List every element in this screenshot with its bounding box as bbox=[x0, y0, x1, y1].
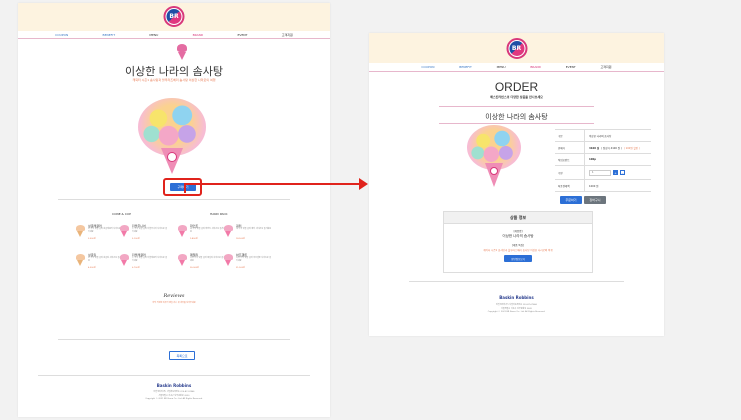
cone-cup-heading: CONE & CUP bbox=[112, 212, 131, 216]
points-value: 100p bbox=[589, 158, 597, 161]
price-value: 4100 원 ( 정상가 4100 원 ) ( 100원 할인 ) bbox=[589, 146, 640, 150]
product-card[interactable]: 싱글레귤러 한 가지 맛을 골라 싱글레귤러 사이즈로 즐기세요 3,500원 bbox=[76, 223, 126, 243]
cup-icon bbox=[178, 254, 187, 266]
product-title: 이상한 나라의 솜사탕 bbox=[485, 113, 548, 121]
product-card[interactable]: 하프갤론 여섯 가지 맛을 골라 하프갤론 사이즈로 즐기세요 31,500원 bbox=[224, 252, 274, 272]
order-subtitle: 배스킨라빈스의 다양한 상품을 만나보세요 bbox=[490, 95, 543, 99]
cup-icon bbox=[178, 225, 187, 237]
list-button[interactable]: 목록으로 bbox=[169, 351, 195, 360]
quantity-input[interactable]: 1 bbox=[589, 169, 611, 176]
nav-item-benefit[interactable]: BENEFIT bbox=[103, 33, 116, 37]
product-subtitle: 캐릭터 시즌1 솜사탕과 블루라즈베리 솜사탕 이상한 나라로의 여행 bbox=[132, 78, 216, 82]
cone-icon bbox=[76, 225, 85, 237]
divider bbox=[58, 199, 290, 200]
hand-pack-heading: HAND PACK bbox=[210, 212, 228, 216]
nav-item-menu[interactable]: MENU bbox=[497, 65, 506, 69]
plus-icon[interactable]: + bbox=[613, 170, 618, 175]
product-card[interactable]: 더블주니어 두 가지 맛을 골라 더블주니어 사이즈로 즐기세요 5,100원 bbox=[120, 223, 170, 243]
product-image bbox=[464, 125, 524, 193]
connector-line bbox=[184, 183, 363, 185]
cup-icon bbox=[120, 254, 129, 266]
main-nav: COUPON BENEFIT MENU BRAND EVENT 고객지원 bbox=[369, 63, 664, 72]
arrow-right-icon bbox=[359, 178, 368, 190]
product-title: 이상한 나라의 솜사탕 bbox=[124, 65, 224, 78]
order-title: ORDER bbox=[494, 80, 539, 94]
header: BR bbox=[369, 33, 664, 63]
divider bbox=[439, 123, 594, 124]
order-page: BR COUPON BENEFIT MENU BRAND EVENT 고객지원 … bbox=[369, 33, 664, 336]
nav-item-event[interactable]: EVENT bbox=[566, 65, 576, 69]
footer-line: 비알코리아(주) 사업자등록번호 220-87-07466 bbox=[153, 391, 195, 393]
cup-icon bbox=[120, 225, 129, 237]
footer-copyright: Copyright © 2021 BR Korea Co., Ltd. All … bbox=[145, 398, 203, 400]
reviews-empty-text: 아직 작성된 리뷰가 없습니다. 첫 리뷰를 남겨주세요 bbox=[152, 302, 196, 304]
nav-item-support[interactable]: 고객지원 bbox=[282, 33, 293, 37]
product-image bbox=[132, 98, 212, 176]
footer-line: 비알코리아(주) 사업자등록번호 220-87-07466 bbox=[496, 304, 537, 306]
info-product-name: 이상한 나라의 솜사탕 bbox=[502, 234, 534, 238]
nutrition-button[interactable]: 영양정보보기 bbox=[504, 255, 532, 262]
total-value: 1000 원 bbox=[589, 184, 599, 188]
product-card[interactable]: 싱글킹 한 가지 맛을 골라 싱글킹 사이즈로 즐기세요 4,300원 bbox=[76, 252, 126, 272]
nav-item-menu[interactable]: MENU bbox=[149, 33, 158, 37]
product-card[interactable]: 패밀리 다섯 가지 맛을 골라 패밀리 사이즈로 즐기세요 26,000원 bbox=[178, 252, 228, 272]
cup-icon bbox=[224, 254, 233, 266]
highlight-box bbox=[163, 178, 202, 196]
info-product-desc: 캐릭터 시즌1 솜사탕과 블루라즈베리 솜사탕 이상한 나라로의 여행 bbox=[483, 249, 553, 252]
product-detail-page: BR COUPON BENEFIT MENU BRAND EVENT 고객지원 … bbox=[18, 3, 330, 417]
nav-item-brand[interactable]: BRAND bbox=[193, 33, 204, 37]
info-heading: 상품 정보 bbox=[444, 212, 592, 224]
cup-icon bbox=[224, 225, 233, 237]
minus-icon[interactable]: − bbox=[620, 170, 625, 175]
nav-item-coupon[interactable]: COUPON bbox=[55, 33, 68, 37]
footer-copyright: Copyright © 2021 BR Korea Co., Ltd. All … bbox=[487, 311, 546, 313]
divider bbox=[439, 106, 594, 107]
product-card[interactable]: 파인트 세 가지 맛을 골라 파인트 사이즈로 즐기세요 9,800원 bbox=[178, 223, 228, 243]
nav-item-coupon[interactable]: COUPON bbox=[421, 65, 434, 69]
nav-item-brand[interactable]: BRAND bbox=[530, 65, 541, 69]
reviews-heading: Reviews bbox=[163, 293, 185, 299]
product-card[interactable]: 더블레귤러 두 가지 맛을 골라 더블레귤러 사이즈로 즐기세요 6,700원 bbox=[120, 252, 170, 272]
divider bbox=[409, 281, 624, 282]
cone-icon bbox=[76, 254, 85, 266]
nav-item-support[interactable]: 고객지원 bbox=[601, 65, 612, 69]
nav-item-benefit[interactable]: BENEFIT bbox=[459, 65, 472, 69]
footer-logo: Baskin Robbins bbox=[156, 383, 192, 388]
product-info-panel: 상품 정보 [제품명] 이상한 나라의 솜사탕 [제품 특징] 캐릭터 시즌1 … bbox=[443, 211, 593, 273]
ice-cream-cone-icon bbox=[177, 44, 187, 60]
footer-logo: Baskin Robbins bbox=[499, 295, 534, 300]
product-name-value: 이상한 나라의 솜사탕 bbox=[589, 134, 612, 138]
footer-line: 서울특별시 서초구 남부순환로 2620 bbox=[158, 395, 190, 397]
brand-logo[interactable]: BR bbox=[163, 6, 185, 27]
product-card[interactable]: 쿼터 네 가지 맛을 골라 쿼터 사이즈로 즐기세요 18,500원 bbox=[224, 223, 274, 243]
brand-logo[interactable]: BR bbox=[506, 38, 527, 59]
add-to-cart-button[interactable]: 장바구니 bbox=[584, 196, 606, 204]
order-info-table: 구분 이상한 나라의 솜사탕 판매가 4100 원 ( 정상가 4100 원 )… bbox=[555, 129, 651, 192]
divider bbox=[58, 339, 290, 340]
nav-item-event[interactable]: EVENT bbox=[238, 33, 248, 37]
divider bbox=[38, 375, 310, 376]
footer-line: 서울특별시 서초구 남부순환로 2620 bbox=[501, 308, 532, 310]
buy-button[interactable]: 주문하기 bbox=[560, 196, 582, 204]
header: BR bbox=[18, 3, 330, 31]
main-nav: COUPON BENEFIT MENU BRAND EVENT 고객지원 bbox=[18, 31, 330, 39]
